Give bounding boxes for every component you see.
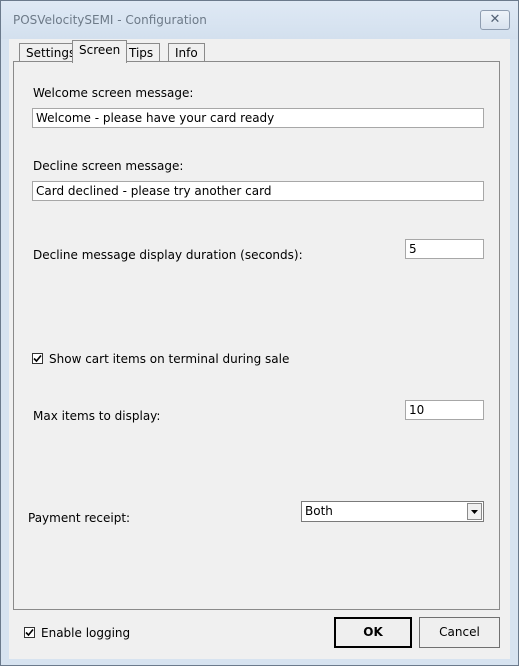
- window-title: POSVelocitySEMI - Configuration: [13, 13, 207, 27]
- tab-tips[interactable]: Tips: [122, 43, 161, 62]
- tab-strip: Settings Screen Tips Info: [9, 39, 510, 63]
- enable-logging-checkbox[interactable]: [24, 627, 35, 638]
- tab-info[interactable]: Info: [168, 43, 205, 62]
- chevron-down-icon[interactable]: [467, 503, 482, 520]
- checkmark-icon: [25, 628, 34, 637]
- close-icon: ✕: [489, 12, 501, 27]
- screen-tab-panel: Welcome screen message: Decline screen m…: [13, 61, 500, 610]
- dialog-body: Settings Screen Tips Info Welcome screen…: [9, 39, 510, 659]
- tab-screen[interactable]: Screen: [72, 40, 128, 63]
- decline-duration-label: Decline message display duration (second…: [33, 248, 303, 262]
- ok-button[interactable]: OK: [334, 617, 412, 648]
- config-window: POSVelocitySEMI - Configuration ✕ Settin…: [0, 0, 519, 666]
- decline-message-input[interactable]: [32, 181, 484, 201]
- welcome-message-label: Welcome screen message:: [33, 86, 194, 100]
- max-items-label: Max items to display:: [33, 409, 161, 423]
- show-cart-label: Show cart items on terminal during sale: [49, 352, 290, 366]
- payment-receipt-select[interactable]: Both: [301, 501, 484, 522]
- show-cart-checkbox[interactable]: [32, 353, 43, 364]
- title-bar: POSVelocitySEMI - Configuration ✕: [1, 1, 518, 39]
- decline-duration-input[interactable]: [405, 239, 484, 259]
- cancel-button[interactable]: Cancel: [419, 617, 500, 648]
- welcome-message-input[interactable]: [32, 108, 484, 128]
- payment-receipt-value: Both: [305, 504, 333, 518]
- enable-logging-label: Enable logging: [41, 626, 131, 640]
- checkmark-icon: [33, 354, 42, 363]
- payment-receipt-label: Payment receipt:: [28, 511, 131, 525]
- close-button[interactable]: ✕: [480, 10, 510, 30]
- max-items-input[interactable]: [405, 400, 484, 420]
- decline-message-label: Decline screen message:: [33, 159, 184, 173]
